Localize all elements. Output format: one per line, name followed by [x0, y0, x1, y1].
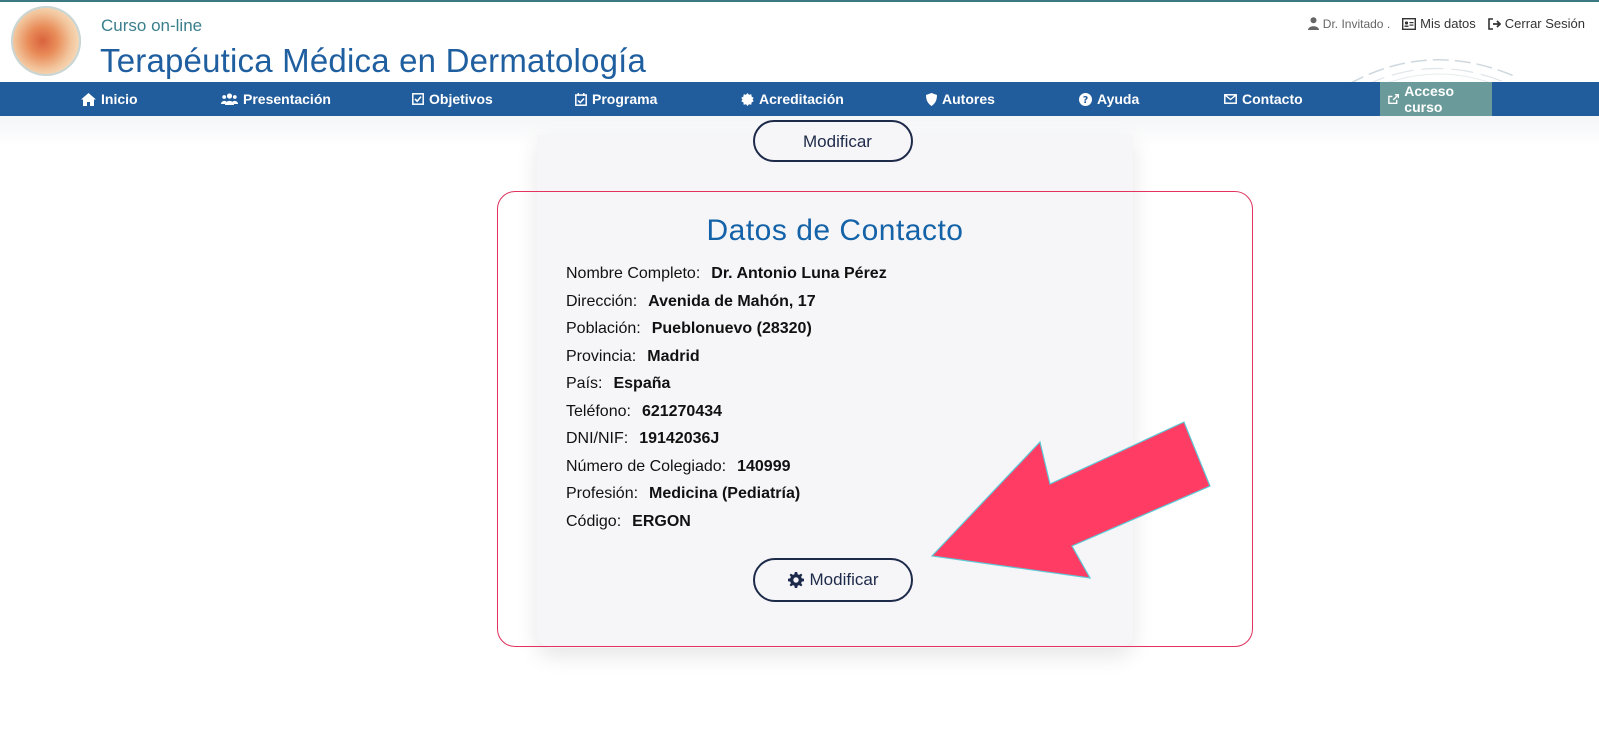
nav-label: Ayuda: [1097, 91, 1140, 107]
logout-link[interactable]: Cerrar Sesión: [1487, 16, 1585, 31]
nav-item-autores[interactable]: Autores: [926, 82, 995, 116]
field-label: Población:: [566, 320, 641, 337]
site-subtitle: Curso on-line: [101, 16, 203, 35]
field-profesion: Profesión: Medicina (Pediatría): [566, 483, 887, 511]
nav-label: Presentación: [243, 91, 331, 107]
modify-button-label: Modificar: [809, 570, 879, 589]
field-label: País:: [566, 375, 603, 392]
site-title[interactable]: Terapéutica Médica en Dermatología: [100, 42, 646, 80]
field-dni: DNI/NIF: 19142036J: [566, 428, 887, 456]
calendar-check-icon: [575, 92, 587, 106]
decorative-arcs: [1348, 59, 1515, 86]
my-data-link[interactable]: Mis datos: [1402, 16, 1476, 31]
field-codigo: Código: ERGON: [566, 511, 887, 539]
field-value: Avenida de Mahón, 17: [648, 292, 816, 310]
field-poblacion: Población: Pueblonuevo (28320): [566, 318, 887, 346]
nav-label: Acceso curso: [1404, 83, 1455, 115]
field-label: Nombre Completo:: [566, 265, 701, 282]
modify-button-top-label: Modificar: [803, 132, 872, 151]
svg-text:?: ?: [1083, 95, 1089, 106]
field-value: ERGON: [632, 512, 691, 530]
field-label: Dirección:: [566, 292, 638, 310]
field-label: DNI/NIF:: [566, 430, 629, 447]
field-value: España: [613, 375, 671, 392]
modify-button-top[interactable]: Modificar: [753, 120, 913, 162]
users-icon: [221, 93, 238, 105]
contact-fields: Nombre Completo: Dr. Antonio Luna Pérez D…: [566, 263, 887, 538]
field-value: Madrid: [647, 347, 700, 365]
badge-icon: [741, 92, 754, 106]
field-value: 19142036J: [639, 430, 720, 447]
field-value: Medicina (Pediatría): [649, 485, 801, 502]
contact-title: Datos de Contacto: [706, 214, 964, 247]
user-name: Dr. Invitado .: [1307, 16, 1391, 31]
logout-label: Cerrar Sesión: [1504, 16, 1585, 31]
field-telefono: Teléfono: 621270434: [566, 401, 887, 429]
field-value: 140999: [737, 457, 791, 475]
field-pais: País: España: [566, 373, 887, 401]
nav-item-ayuda[interactable]: ? Ayuda: [1079, 82, 1139, 116]
id-card-icon: [1402, 17, 1417, 30]
field-direccion: Dirección: Avenida de Mahón, 17: [566, 291, 887, 319]
nav-item-programa[interactable]: Programa: [575, 82, 657, 116]
nav-item-objetivos[interactable]: Objetivos: [412, 82, 493, 116]
nav-item-presentacion[interactable]: Presentación: [221, 82, 331, 116]
main-nav: Inicio Presentación Objetivos Programa A…: [0, 82, 1599, 116]
my-data-label: Mis datos: [1420, 16, 1476, 31]
field-value: Pueblonuevo (28320): [651, 320, 812, 337]
check-square-icon: [412, 93, 424, 105]
sign-out-icon: [1487, 17, 1501, 30]
nav-item-acceso-curso[interactable]: Acceso curso: [1380, 82, 1492, 116]
nav-label: Contacto: [1242, 91, 1303, 107]
field-label: Profesión:: [566, 485, 639, 502]
field-label: Número de Colegiado:: [566, 457, 727, 475]
field-label: Código:: [566, 512, 622, 530]
user-icon: [1307, 17, 1319, 30]
nav-label: Acreditación: [759, 91, 844, 107]
field-label: Provincia:: [566, 347, 637, 365]
question-circle-icon: ?: [1079, 92, 1092, 106]
field-value: 621270434: [641, 402, 723, 420]
field-value: Dr. Antonio Luna Pérez: [711, 265, 887, 282]
gear-icon: [787, 572, 804, 588]
shield-icon: [926, 92, 937, 106]
field-label: Teléfono:: [566, 402, 631, 420]
page: Curso on-line Terapéutica Médica en Derm…: [0, 0, 1599, 755]
field-provincia: Provincia: Madrid: [566, 346, 887, 374]
nav-label: Objetivos: [429, 91, 493, 107]
nav-label: Autores: [942, 91, 995, 107]
course-logo[interactable]: [11, 6, 81, 76]
field-nombre: Nombre Completo: Dr. Antonio Luna Pérez: [566, 263, 887, 291]
user-links: Dr. Invitado . Mis datos Cerrar Sesión: [1307, 16, 1585, 31]
home-icon: [81, 92, 96, 106]
nav-label: Inicio: [101, 91, 138, 107]
field-colegiado: Número de Colegiado: 140999: [566, 456, 887, 484]
envelope-icon: [1224, 94, 1237, 104]
nav-label: Programa: [592, 91, 658, 107]
site-header: Curso on-line Terapéutica Médica en Derm…: [0, 0, 1599, 86]
external-link-icon: [1388, 93, 1400, 105]
nav-item-inicio[interactable]: Inicio: [81, 82, 138, 116]
nav-item-contacto[interactable]: Contacto: [1224, 82, 1303, 116]
user-name-label: Dr. Invitado .: [1322, 16, 1391, 31]
pointer-arrow-annotation: [930, 421, 1211, 579]
modify-button[interactable]: Modificar: [753, 558, 913, 602]
nav-item-acreditacion[interactable]: Acreditación: [741, 82, 844, 116]
